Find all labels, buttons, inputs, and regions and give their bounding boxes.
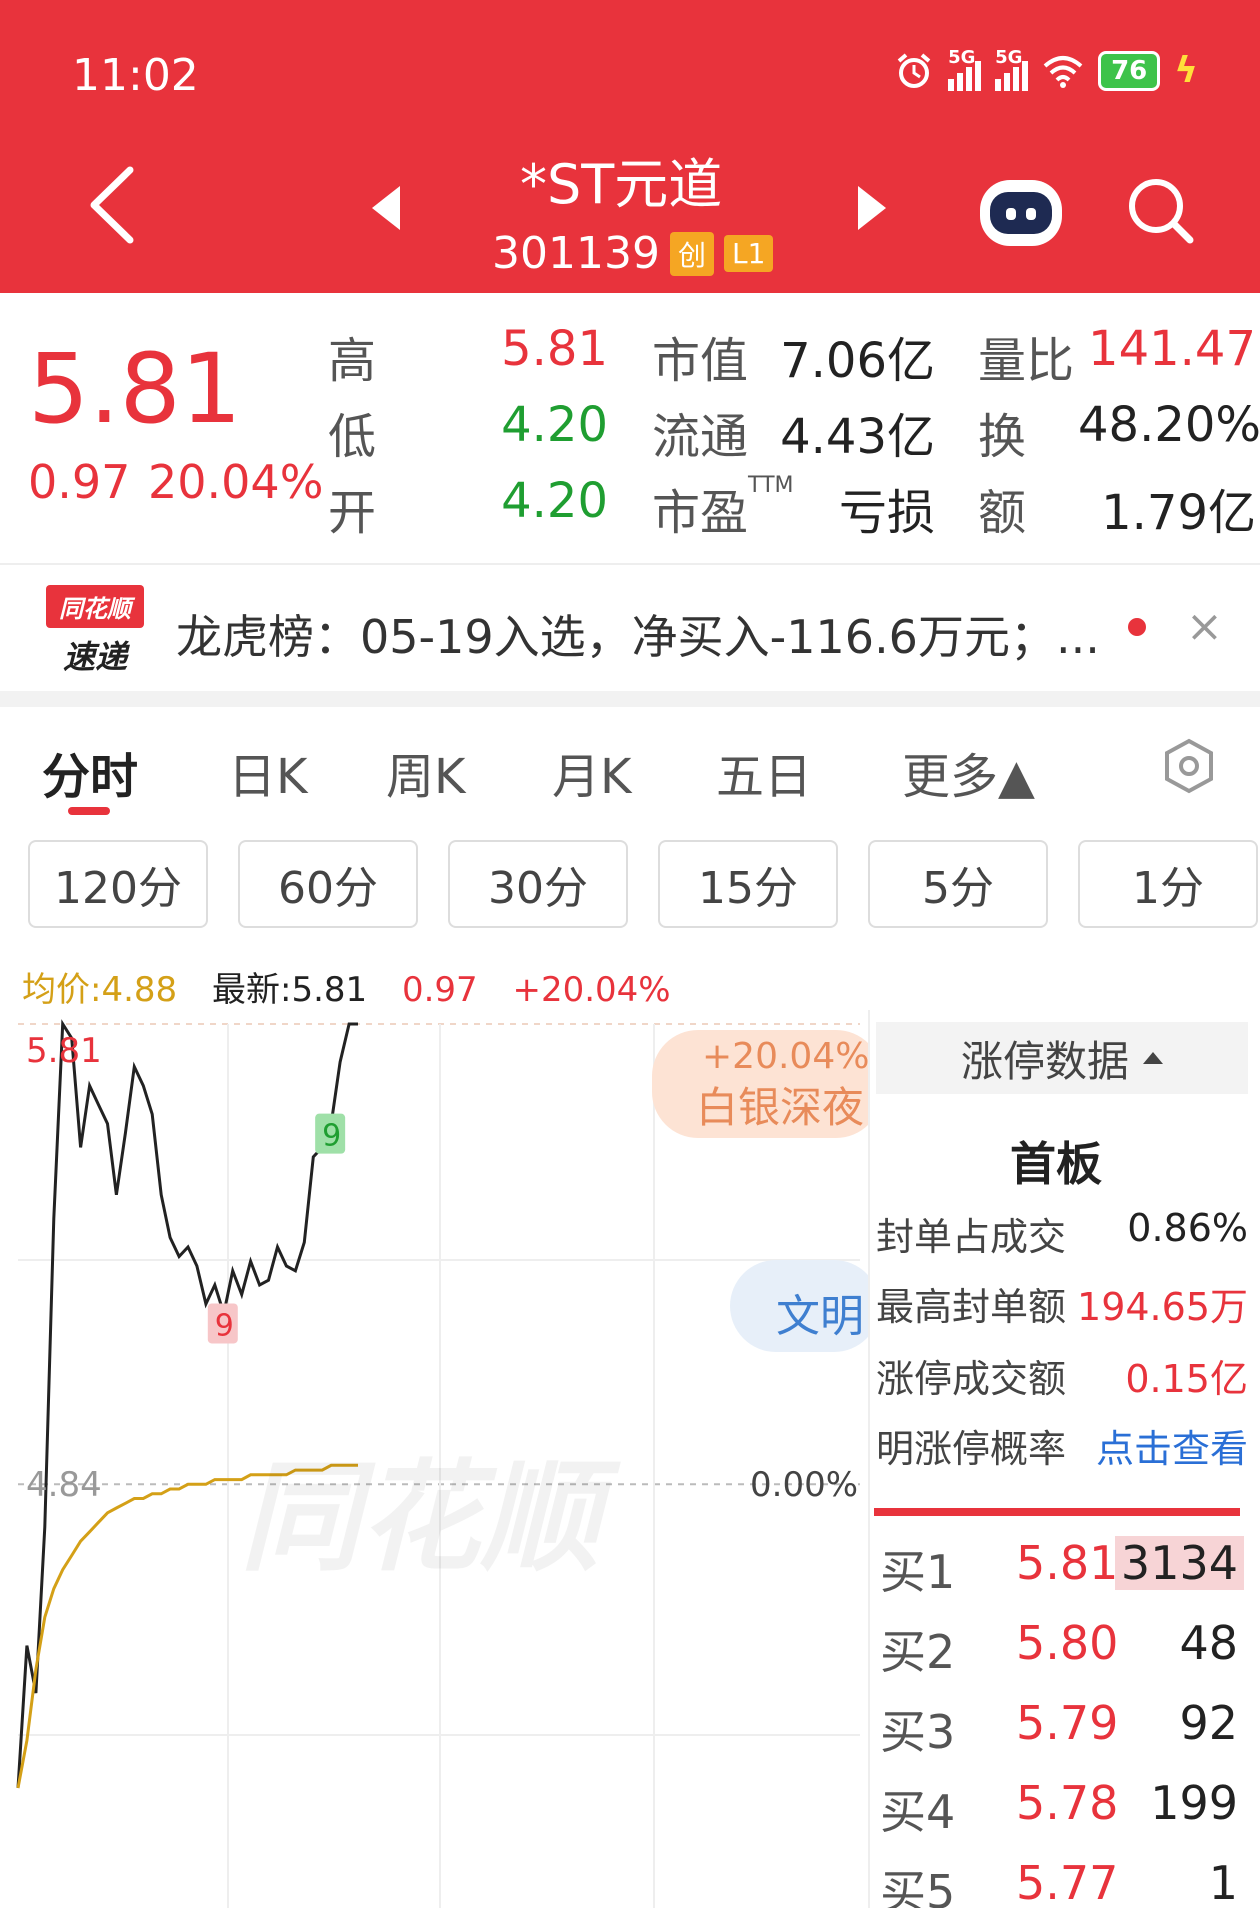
- status-time: 11:02: [72, 50, 199, 101]
- max-seal-row: 最高封单额 194.65万: [876, 1285, 1248, 1329]
- vol-ratio-label: 量比: [978, 333, 1075, 389]
- chart-lines: 99: [16, 1019, 358, 1789]
- charging-icon: ϟ: [1174, 50, 1198, 91]
- robot-icon[interactable]: [980, 180, 1062, 246]
- board-tag: 创: [669, 231, 714, 276]
- chart-change: 0.97: [401, 970, 478, 1010]
- chart-ref-price: 4.84: [26, 1465, 102, 1505]
- low-label: 低: [328, 409, 377, 465]
- wifi-icon: [1043, 55, 1083, 88]
- low-marker: 9: [207, 1303, 238, 1344]
- float-label: 流通: [652, 409, 749, 465]
- battery-icon: 76: [1098, 50, 1161, 91]
- settings-icon[interactable]: [1160, 737, 1218, 795]
- open-value: 4.20: [501, 473, 608, 529]
- subtab-30min[interactable]: 30分: [448, 840, 628, 928]
- chart-top-price: 5.81: [26, 1031, 102, 1071]
- avg-price-label: 均价:4.88: [22, 970, 178, 1010]
- alarm-icon: [897, 52, 931, 88]
- subtab-15min[interactable]: 15分: [658, 840, 838, 928]
- price-line: [16, 1019, 358, 1789]
- quote-panel: 5.81 0.97 20.04% 高 5.81 低 4.20 开 4.20 市值…: [0, 293, 1260, 563]
- caret-up-icon: [1143, 1052, 1163, 1064]
- prev-icon[interactable]: [372, 186, 400, 230]
- amount-label: 额: [978, 485, 1027, 541]
- news-bubble[interactable]: +20.04% 白银深夜: [652, 1030, 882, 1138]
- first-board-title: 首板: [1010, 1137, 1102, 1191]
- bid-row: 买1 5.81 3134: [880, 1532, 1244, 1602]
- ths-express-logo: 同花顺 速递: [46, 585, 144, 676]
- next-icon[interactable]: [858, 186, 886, 230]
- latest-price-label: 最新:5.81: [211, 970, 368, 1010]
- section-divider: [0, 691, 1260, 707]
- turnover-label: 换: [978, 409, 1027, 465]
- open-label: 开: [328, 485, 377, 541]
- subtab-60min[interactable]: 60分: [238, 840, 418, 928]
- active-tab-indicator: [68, 807, 110, 815]
- bid-row: 买4 5.78 199: [880, 1776, 1238, 1839]
- next-limit-prob-row: 明涨停概率 点击查看: [876, 1418, 1248, 1473]
- status-icons: 5G 5G 76 ϟ: [894, 47, 1198, 91]
- notice-bar[interactable]: 同花顺 速递 龙虎榜：05-19入选，净买入-116.6万元；... ×: [0, 563, 1260, 691]
- high-marker: 9: [315, 1113, 346, 1154]
- vol-ratio-value: 141.47: [1088, 321, 1256, 377]
- tab-monthly-k[interactable]: 月K: [552, 737, 631, 807]
- unread-dot-icon: [1128, 618, 1146, 636]
- chart-change-pct: +20.04%: [512, 970, 671, 1010]
- high-label: 高: [328, 333, 377, 389]
- news-bubble[interactable]: 文明: [730, 1260, 880, 1352]
- limit-up-amount-row: 涨停成交额 0.15亿: [876, 1357, 1248, 1401]
- tab-intraday[interactable]: 分时: [42, 737, 138, 807]
- tab-weekly-k[interactable]: 周K: [386, 737, 465, 807]
- seal-ratio-row: 封单占成交 0.86%: [876, 1206, 1248, 1259]
- watermark: 同花顺: [240, 1449, 600, 1588]
- svg-text:9: 9: [215, 1308, 234, 1343]
- check-link[interactable]: 点击查看: [1096, 1418, 1248, 1473]
- chart-ref-pct: 0.00%: [750, 1465, 858, 1505]
- price-change: 0.97: [28, 455, 131, 509]
- stock-code-row: 301139 创 L1: [492, 228, 774, 279]
- bid-row: 买2 5.80 48: [880, 1616, 1238, 1679]
- mcap-value: 7.06亿: [780, 333, 935, 389]
- stock-name: *ST元道: [520, 153, 723, 216]
- level-tag: L1: [723, 235, 774, 272]
- mcap-label: 市值: [652, 333, 749, 389]
- limit-up-data-toggle[interactable]: 涨停数据: [876, 1022, 1248, 1094]
- svg-text:9: 9: [322, 1119, 341, 1154]
- search-icon[interactable]: [1126, 176, 1196, 246]
- subtab-120min[interactable]: 120分: [28, 840, 208, 928]
- tab-daily-k[interactable]: 日K: [228, 737, 307, 807]
- back-icon[interactable]: [80, 160, 140, 250]
- notice-text[interactable]: 龙虎榜：05-19入选，净买入-116.6万元；...: [176, 601, 1100, 667]
- bid-row: 买3 5.79 92: [880, 1696, 1238, 1759]
- tab-five-day[interactable]: 五日: [716, 737, 812, 807]
- float-value: 4.43亿: [780, 409, 935, 465]
- signal-icon: 5G: [948, 47, 982, 91]
- bid-row: 买5 5.77 1: [880, 1856, 1238, 1908]
- high-value: 5.81: [501, 321, 608, 377]
- low-value: 4.20: [501, 397, 608, 453]
- subtab-5min[interactable]: 5分: [868, 840, 1048, 928]
- app-header: 11:02 5G 5G 76 ϟ *ST元道 301139 创 L1: [0, 0, 1260, 293]
- close-icon[interactable]: ×: [1186, 601, 1223, 652]
- amount-value: 1.79亿: [1101, 485, 1256, 541]
- period-tabs: 分时 日K 周K 月K 五日 更多▲: [0, 707, 1260, 827]
- stock-code: 301139: [492, 228, 660, 279]
- subtab-1min[interactable]: 1分: [1078, 840, 1258, 928]
- minute-subtabs: 120分 60分 30分 15分 5分 1分: [0, 836, 1260, 936]
- price-change-pct: 20.04%: [148, 455, 324, 509]
- pe-value: 亏损: [838, 485, 935, 541]
- tab-more[interactable]: 更多▲: [902, 737, 1035, 807]
- current-price: 5.81: [28, 333, 242, 445]
- chart-summary: 均价:4.88 最新:5.81 0.97 +20.04%: [22, 962, 695, 1011]
- turnover-value: 48.20%: [1078, 397, 1260, 453]
- signal-icon: 5G: [995, 47, 1029, 91]
- orderbook-divider: [874, 1508, 1240, 1516]
